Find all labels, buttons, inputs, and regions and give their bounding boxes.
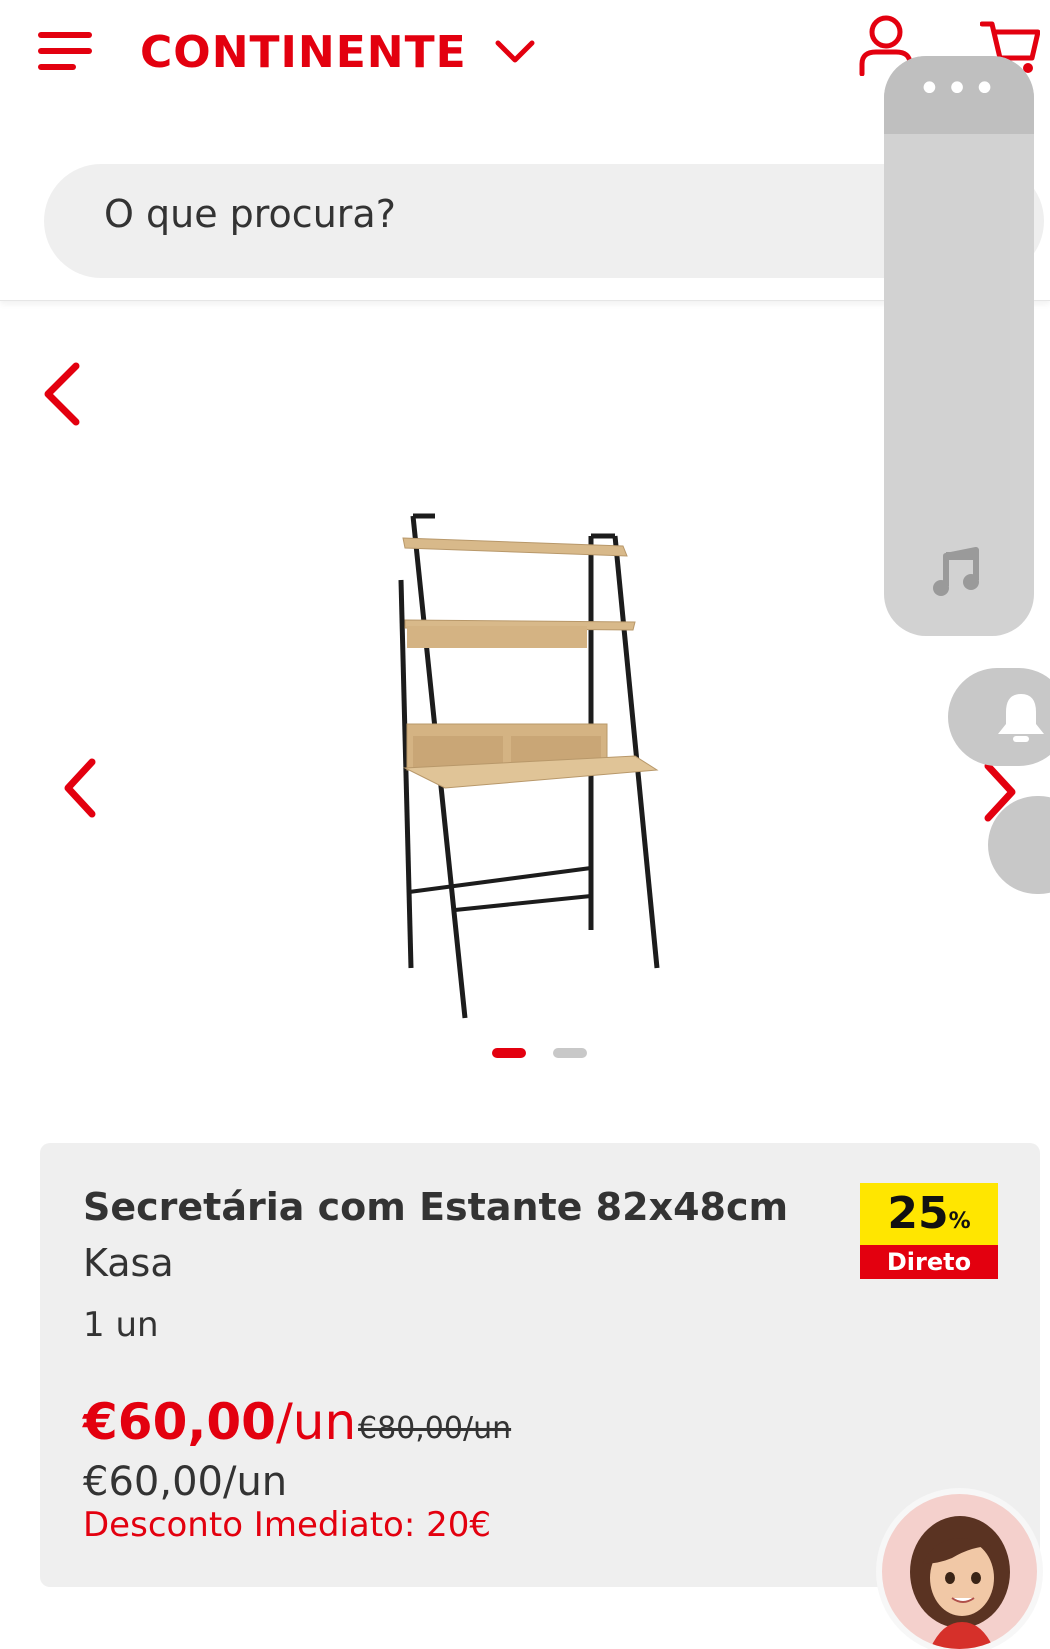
notification-button[interactable] [948, 668, 1050, 766]
bell-icon [998, 694, 1044, 742]
product-brand: Kasa [83, 1241, 174, 1285]
current-price-value: €60,00 [83, 1393, 276, 1451]
assistant-avatar-button[interactable] [882, 1494, 1037, 1649]
discount-badge: 25% Direto [860, 1183, 998, 1279]
current-price-unit: /un [275, 1393, 357, 1451]
product-image [398, 513, 660, 1019]
product-title: Secretária com Estante 82x48cm [83, 1185, 789, 1229]
badge-percent-value: 25 [887, 1188, 949, 1239]
old-price: €80,00/un [358, 1411, 512, 1446]
gallery-dot-2[interactable] [553, 1048, 587, 1058]
badge-percent-sign: % [948, 1209, 971, 1234]
assistant-avatar-icon [910, 1516, 1010, 1649]
more-options-icon[interactable]: ••• [884, 69, 1034, 109]
back-arrow-icon[interactable] [40, 362, 84, 426]
floating-side-panel[interactable]: ••• [884, 56, 1034, 636]
secondary-price: €60,00/un [83, 1459, 288, 1505]
music-note-icon[interactable] [932, 546, 982, 598]
gallery-prev-arrow-icon[interactable] [60, 758, 100, 818]
discount-text: Desconto Imediato: 20€ [83, 1505, 492, 1545]
badge-percent: 25% [860, 1183, 998, 1245]
current-price: €60,00/un [83, 1393, 356, 1451]
product-quantity: 1 un [83, 1305, 159, 1345]
gallery-dot-1[interactable] [492, 1048, 526, 1058]
product-info-card: Secretária com Estante 82x48cm Kasa 1 un… [40, 1143, 1040, 1587]
search-placeholder: O que procura? [104, 192, 396, 236]
badge-label: Direto [860, 1245, 998, 1279]
